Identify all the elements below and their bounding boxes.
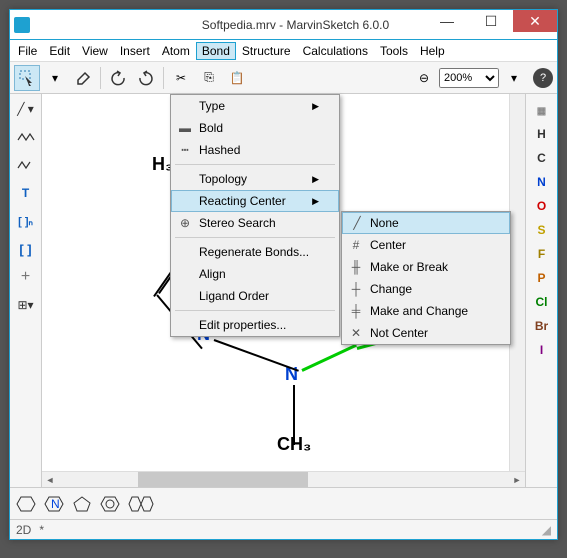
ring-toolbar: N: [10, 487, 557, 519]
periodic-table-icon[interactable]: ▦: [537, 106, 546, 117]
chain-tool-2[interactable]: [13, 154, 39, 176]
submenu-none[interactable]: ╱None: [342, 212, 510, 234]
paste-button[interactable]: 📋: [224, 65, 250, 91]
bond-dropdown: Type▶ ▬Bold ┅Hashed Topology▶ Reacting C…: [170, 94, 340, 337]
svg-text:N: N: [51, 497, 60, 511]
help-button[interactable]: ?: [533, 68, 553, 88]
element-p[interactable]: P: [537, 271, 545, 285]
zoom-select[interactable]: 200%: [439, 68, 499, 88]
close-button[interactable]: ✕: [513, 10, 557, 32]
menu-hashed[interactable]: ┅Hashed: [171, 139, 339, 161]
undo-button[interactable]: [105, 65, 131, 91]
right-sidebar: ▦ H C N O S F P Cl Br I: [525, 94, 557, 487]
bracket-tool[interactable]: [ ]: [13, 238, 39, 260]
status-mode: 2D: [16, 523, 31, 537]
menu-bold[interactable]: ▬Bold: [171, 117, 339, 139]
make-break-icon: ╫: [348, 260, 364, 274]
titlebar: Softpedia.mrv - MarvinSketch 6.0.0 — ☐ ✕: [10, 10, 557, 40]
menu-type[interactable]: Type▶: [171, 95, 339, 117]
text-tool[interactable]: T: [13, 182, 39, 204]
menu-align[interactable]: Align: [171, 263, 339, 285]
menu-ligand-order[interactable]: Ligand Order: [171, 285, 339, 307]
menu-reacting-center[interactable]: Reacting Center▶: [171, 190, 339, 212]
zoom-out-button[interactable]: ⊖: [411, 65, 437, 91]
pyridine-icon[interactable]: N: [44, 495, 64, 513]
menu-calculations[interactable]: Calculations: [297, 42, 374, 60]
status-star: *: [39, 523, 44, 537]
redo-button[interactable]: [133, 65, 159, 91]
scroll-right-icon[interactable]: ►: [509, 472, 525, 487]
chain-tool[interactable]: [13, 126, 39, 148]
eraser-tool-button[interactable]: [70, 65, 96, 91]
plus-tool-2[interactable]: ⊞▾: [13, 294, 39, 316]
element-c[interactable]: C: [537, 151, 546, 165]
not-center-icon: ✕: [348, 326, 364, 340]
bold-bond-icon: ▬: [177, 121, 193, 135]
menu-regenerate-bonds[interactable]: Regenerate Bonds...: [171, 241, 339, 263]
app-icon: [14, 17, 30, 33]
element-cl[interactable]: Cl: [536, 295, 548, 309]
select-tool-button[interactable]: [14, 65, 40, 91]
submenu-make-and-change[interactable]: ╪Make and Change: [342, 300, 510, 322]
submenu-not-center[interactable]: ✕Not Center: [342, 322, 510, 344]
menu-stereo-search[interactable]: ⊕Stereo Search: [171, 212, 339, 234]
menu-structure[interactable]: Structure: [236, 42, 297, 60]
menu-insert[interactable]: Insert: [114, 42, 156, 60]
statusbar: 2D * ◢: [10, 519, 557, 539]
status-resize-grip-icon[interactable]: ◢: [542, 523, 551, 537]
menu-topology[interactable]: Topology▶: [171, 168, 339, 190]
main-toolbar: ▾ ✂ ⎘ 📋 ⊖ 200% ▾ ?: [10, 62, 557, 94]
menu-file[interactable]: File: [12, 42, 43, 60]
menu-edit[interactable]: Edit: [43, 42, 76, 60]
menu-help[interactable]: Help: [414, 42, 451, 60]
cut-button[interactable]: ✂: [168, 65, 194, 91]
plus-tool[interactable]: +: [13, 266, 39, 288]
menu-bond[interactable]: Bond: [196, 42, 236, 60]
vertical-scrollbar[interactable]: [509, 94, 525, 471]
maximize-button[interactable]: ☐: [469, 10, 513, 32]
dropdown-arrow-icon[interactable]: ▾: [42, 65, 68, 91]
submenu-make-or-break[interactable]: ╫Make or Break: [342, 256, 510, 278]
hashed-bond-icon: ┅: [177, 143, 193, 157]
element-f[interactable]: F: [538, 247, 545, 261]
submenu-center[interactable]: #Center: [342, 234, 510, 256]
scroll-left-icon[interactable]: ◄: [42, 472, 58, 487]
minimize-button[interactable]: —: [425, 10, 469, 32]
submenu-change[interactable]: ┼Change: [342, 278, 510, 300]
center-icon: #: [348, 238, 364, 252]
menu-view[interactable]: View: [76, 42, 114, 60]
bracket-n-tool[interactable]: [ ]ₙ: [13, 210, 39, 232]
element-h[interactable]: H: [537, 127, 546, 141]
element-i[interactable]: I: [540, 343, 543, 357]
none-icon: ╱: [349, 216, 365, 230]
naphthalene-icon[interactable]: [128, 495, 154, 513]
main-area: ╱ ▾ T [ ]ₙ [ ] + ⊞▾ H₃C N N N O C: [10, 94, 557, 487]
element-o[interactable]: O: [537, 199, 546, 213]
horizontal-scrollbar[interactable]: ◄ ►: [42, 471, 525, 487]
element-br[interactable]: Br: [535, 319, 548, 333]
make-change-icon: ╪: [348, 304, 364, 318]
reacting-center-submenu: ╱None #Center ╫Make or Break ┼Change ╪Ma…: [341, 211, 511, 345]
element-n[interactable]: N: [537, 175, 546, 189]
zoom-dropdown-icon[interactable]: ▾: [501, 65, 527, 91]
app-window: Softpedia.mrv - MarvinSketch 6.0.0 — ☐ ✕…: [9, 9, 558, 540]
copy-button[interactable]: ⎘: [196, 65, 222, 91]
menu-tools[interactable]: Tools: [374, 42, 414, 60]
cyclopentane-icon[interactable]: [72, 495, 92, 513]
menu-edit-properties[interactable]: Edit properties...: [171, 314, 339, 336]
cyclohexane-icon[interactable]: [16, 495, 36, 513]
change-icon: ┼: [348, 282, 364, 296]
scroll-thumb[interactable]: [138, 472, 308, 487]
menu-atom[interactable]: Atom: [156, 42, 196, 60]
stereo-search-icon: ⊕: [177, 216, 193, 230]
single-bond-tool[interactable]: ╱ ▾: [13, 98, 39, 120]
menubar: File Edit View Insert Atom Bond Structur…: [10, 40, 557, 62]
benzene-icon[interactable]: [100, 495, 120, 513]
element-s[interactable]: S: [537, 223, 545, 237]
left-sidebar: ╱ ▾ T [ ]ₙ [ ] + ⊞▾: [10, 94, 42, 487]
